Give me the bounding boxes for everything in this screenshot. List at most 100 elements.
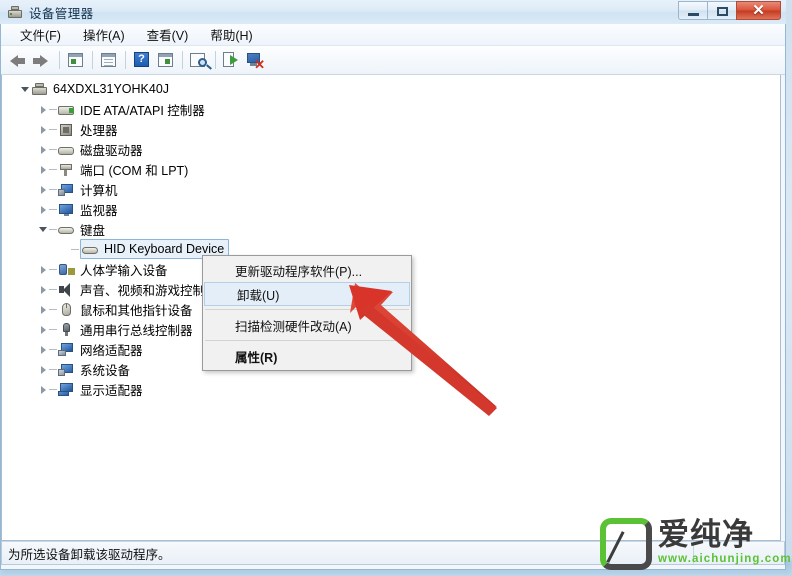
tree-item-label: 端口 (COM 和 LPT) [80, 163, 189, 178]
tree-item[interactable]: 计算机 [20, 179, 780, 199]
expander-icon[interactable] [38, 304, 49, 315]
tree-item-label: 磁盘驱动器 [80, 143, 143, 158]
port-icon [58, 162, 75, 177]
tree-item-label: 显示适配器 [80, 383, 143, 398]
expander-icon[interactable] [38, 184, 49, 195]
tree-item[interactable]: 监视器 [20, 199, 780, 219]
show-hide-console-tree-icon[interactable] [64, 49, 88, 71]
hid-icon [58, 262, 75, 277]
help-icon[interactable]: ? [130, 49, 154, 71]
expander-icon[interactable] [38, 284, 49, 295]
computer-icon [31, 82, 48, 97]
tree-connector [49, 188, 57, 190]
expander-icon[interactable] [38, 364, 49, 375]
tree-connector [49, 388, 57, 390]
device-manager-icon [7, 5, 23, 21]
tree-connector [49, 348, 57, 350]
computer-node-icon [58, 182, 75, 197]
status-text: 为所选设备卸载该驱动程序。 [8, 547, 171, 562]
ctx-scan-hardware[interactable]: 扫描检测硬件改动(A) [203, 313, 411, 337]
uninstall-device-icon[interactable]: ✕ [244, 49, 268, 71]
toolbar-separator-5 [215, 51, 216, 69]
tree-connector [49, 288, 57, 290]
display-adapter-icon [58, 382, 75, 397]
watermark-text: 爱纯净 www.aichunjing.com [658, 517, 792, 566]
close-button[interactable]: ✕ [736, 1, 781, 20]
tree-item[interactable]: 处理器 [20, 119, 780, 139]
menu-help[interactable]: 帮助(H) [199, 23, 263, 46]
expander-icon[interactable] [20, 84, 31, 95]
minimize-button[interactable] [678, 1, 707, 20]
tree-item[interactable]: 端口 (COM 和 LPT) [20, 159, 780, 179]
expander-icon[interactable] [38, 264, 49, 275]
expander-icon[interactable] [38, 384, 49, 395]
menu-action[interactable]: 操作(A) [72, 23, 136, 46]
sound-icon [58, 282, 75, 297]
tree-item-label: 人体学输入设备 [80, 263, 168, 278]
expander-icon[interactable] [38, 124, 49, 135]
tree-item[interactable]: 磁盘驱动器 [20, 139, 780, 159]
expander-icon[interactable] [38, 144, 49, 155]
tree-connector [49, 208, 57, 210]
keyboard-device-icon [82, 242, 99, 257]
tree-item[interactable]: 显示适配器 [20, 379, 780, 399]
tree-connector [49, 148, 57, 150]
close-icon: ✕ [752, 2, 765, 19]
usb-icon [58, 322, 75, 337]
ctx-properties[interactable]: 属性(R) [203, 344, 411, 368]
menu-file[interactable]: 文件(F) [9, 23, 72, 46]
system-device-icon [58, 362, 75, 377]
menu-view[interactable]: 查看(V) [136, 23, 200, 46]
tree-connector [49, 168, 57, 170]
monitor-icon [58, 202, 75, 217]
update-driver-icon[interactable] [220, 49, 244, 71]
title-bar-left: 设备管理器 [7, 3, 94, 22]
watermark: 爱纯净 www.aichunjing.com [600, 518, 792, 570]
context-menu: 更新驱动程序软件(P)... 卸载(U) 扫描检测硬件改动(A) 属性(R) [202, 255, 412, 371]
mouse-icon [58, 302, 75, 317]
tree-item-label: 系统设备 [80, 363, 131, 378]
window-controls: ✕ [678, 1, 781, 20]
watermark-logo-icon [600, 518, 652, 570]
tree-item-label: 计算机 [80, 183, 118, 198]
tree-connector [49, 268, 57, 270]
window-title: 设备管理器 [29, 7, 94, 21]
show-hide-action-pane-icon[interactable] [154, 49, 178, 71]
maximize-button[interactable] [707, 1, 736, 20]
toolbar-separator-3 [125, 51, 126, 69]
tree-item[interactable]: IDE ATA/ATAPI 控制器 [20, 99, 780, 119]
tree-connector [71, 248, 79, 250]
tree-connector [49, 308, 57, 310]
expander-icon[interactable] [38, 104, 49, 115]
expander-icon[interactable] [38, 344, 49, 355]
tree-item-label: 处理器 [80, 123, 118, 138]
disk-drive-icon [58, 142, 75, 157]
tree-item-label: 键盘 [80, 223, 106, 238]
tree-root-item[interactable]: 64XDXL31YOHK40J [20, 79, 780, 99]
tree-item[interactable]: 键盘 [20, 219, 780, 239]
expander-icon[interactable] [38, 324, 49, 335]
title-bar[interactable]: 设备管理器 ✕ [0, 0, 786, 24]
ctx-uninstall[interactable]: 卸载(U) [204, 282, 410, 306]
back-icon[interactable] [7, 49, 31, 71]
scan-hardware-changes-icon[interactable] [187, 49, 212, 71]
menu-bar: 文件(F) 操作(A) 查看(V) 帮助(H) [1, 24, 785, 46]
watermark-brand: 爱纯净 [658, 517, 754, 552]
tree-item-label: 通用串行总线控制器 [80, 323, 193, 338]
tree-connector [49, 128, 57, 130]
network-adapter-icon [58, 342, 75, 357]
tree-item-label: 监视器 [80, 203, 118, 218]
toolbar: ? ✕ [1, 46, 785, 75]
watermark-url: www.aichunjing.com [658, 553, 792, 565]
expander-icon[interactable] [38, 204, 49, 215]
properties-icon[interactable] [97, 49, 121, 71]
ctx-update-driver[interactable]: 更新驱动程序软件(P)... [203, 258, 411, 282]
toolbar-separator-2 [92, 51, 93, 69]
tree-item-label: 鼠标和其他指针设备 [80, 303, 193, 318]
tree-item-label: 声音、视频和游戏控制器 [80, 283, 218, 298]
keyboard-icon [58, 222, 75, 237]
expander-icon[interactable] [38, 224, 49, 235]
expander-icon[interactable] [38, 164, 49, 175]
context-menu-separator-2 [205, 340, 409, 341]
forward-icon[interactable] [31, 49, 55, 71]
